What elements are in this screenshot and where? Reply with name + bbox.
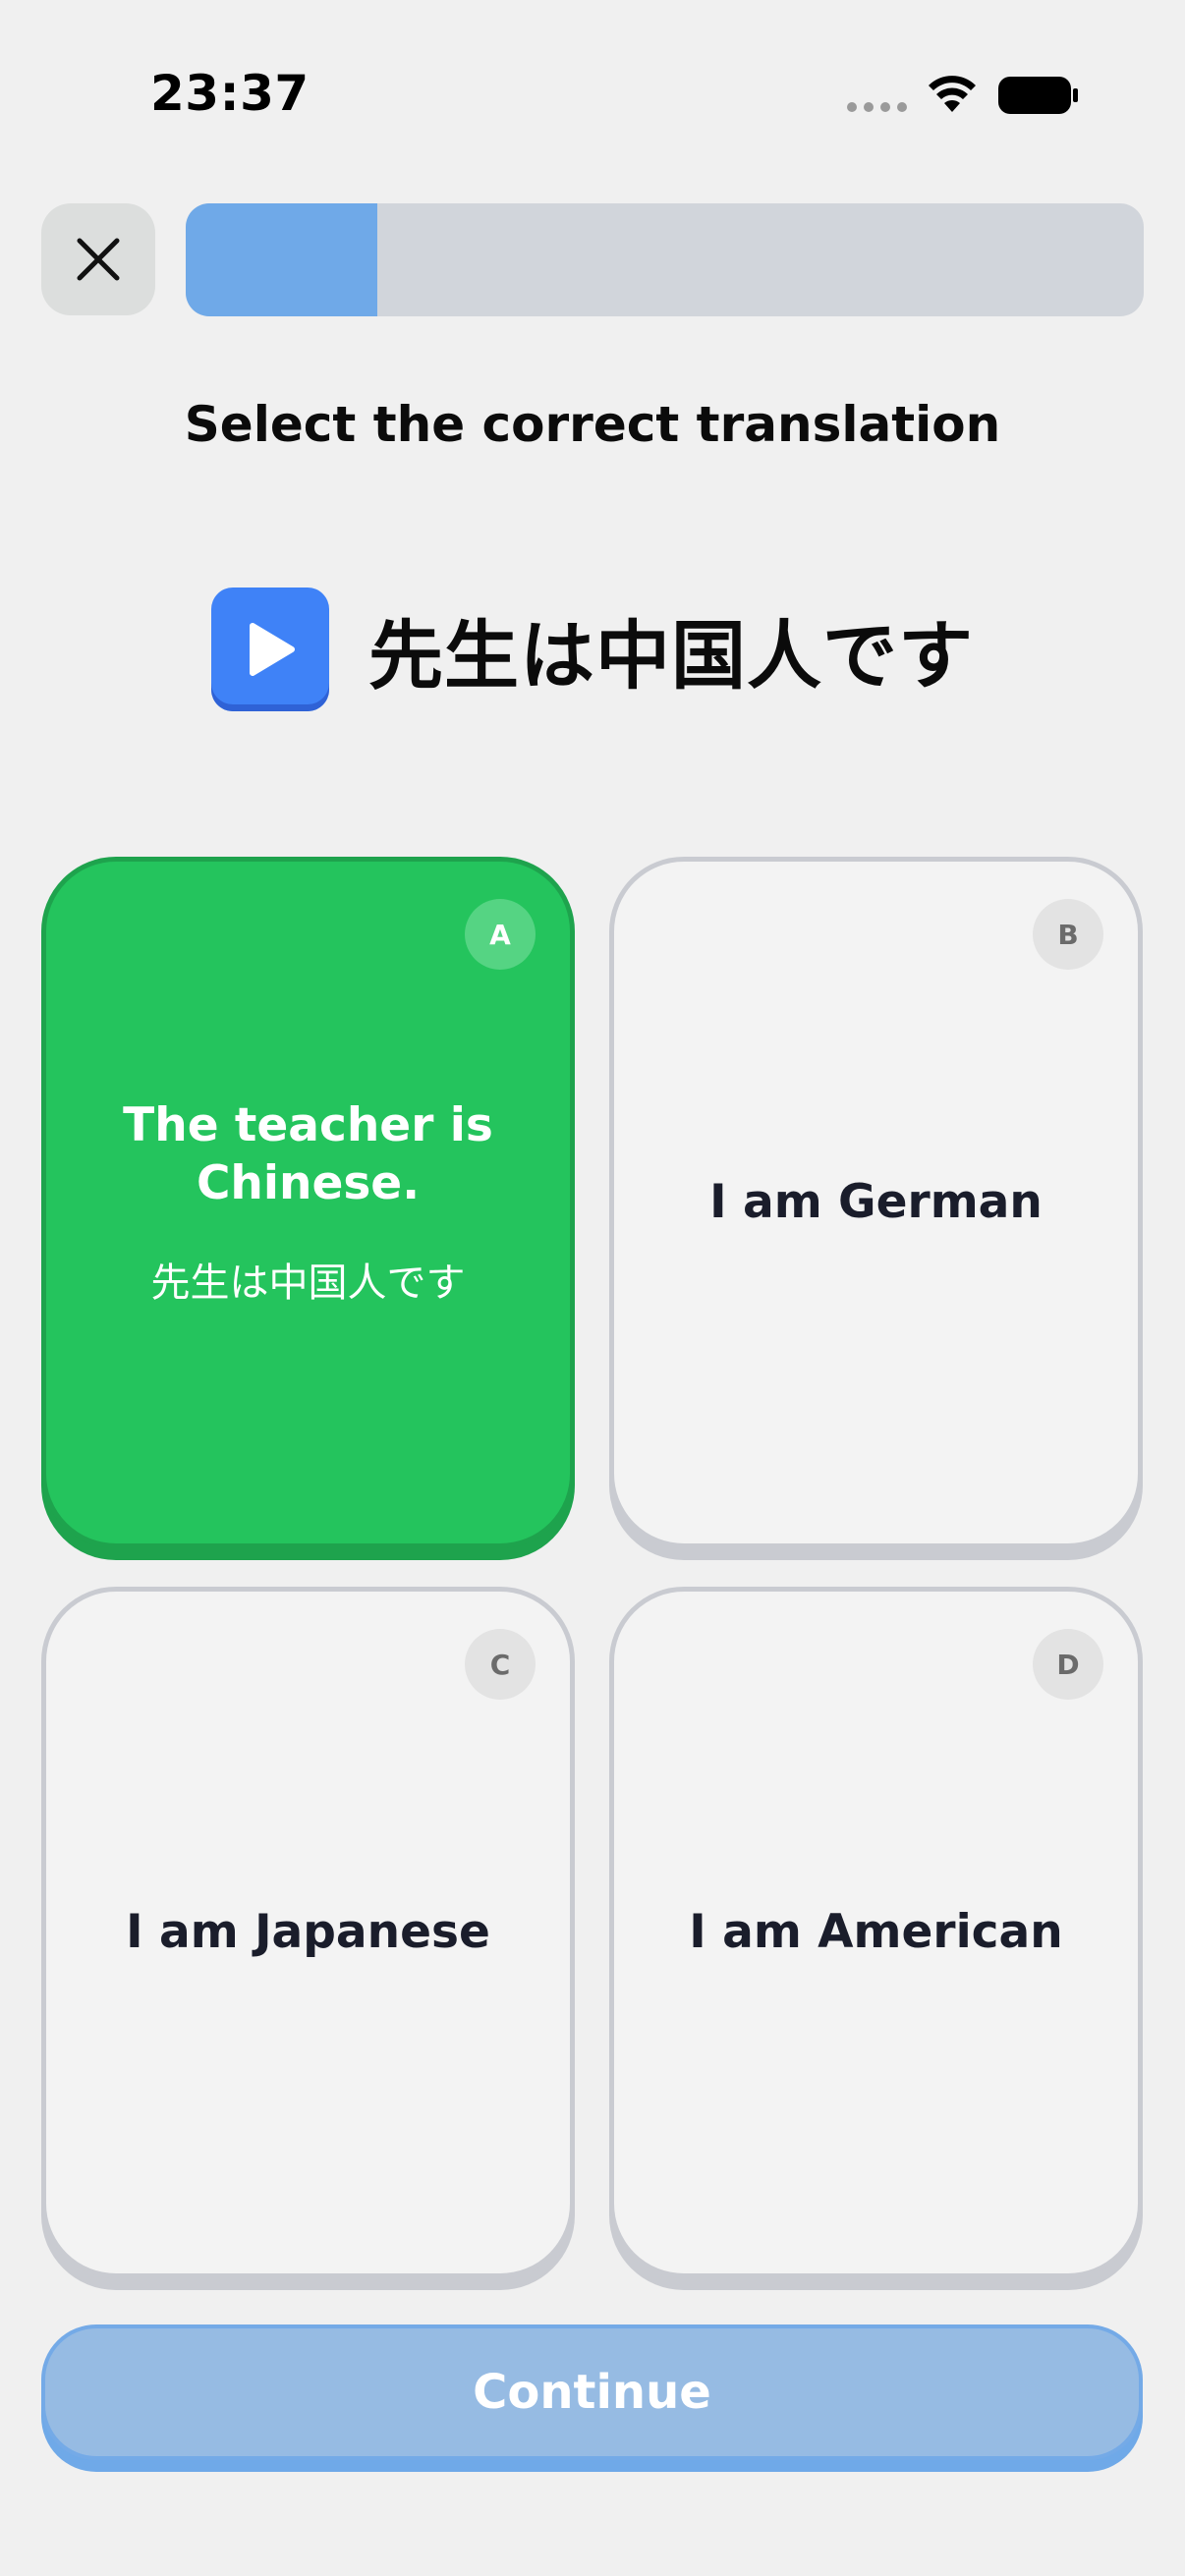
wifi-icon bbox=[929, 76, 976, 112]
instruction-title: Select the correct translation bbox=[184, 396, 1001, 453]
play-audio-button[interactable] bbox=[211, 588, 329, 711]
progress-fill bbox=[186, 203, 377, 316]
continue-button[interactable]: Continue bbox=[41, 2324, 1143, 2460]
option-card-b[interactable]: B I am German bbox=[609, 857, 1143, 1548]
option-label: The teacher is Chinese. bbox=[123, 1098, 493, 1210]
progress-bar bbox=[186, 203, 1144, 316]
option-label: I am American bbox=[689, 1904, 1063, 1959]
close-button[interactable] bbox=[41, 203, 155, 315]
signal-dots-icon bbox=[847, 102, 908, 112]
option-label: I am Japanese bbox=[126, 1904, 490, 1959]
prompt-row: 先生は中国人です bbox=[0, 586, 1185, 713]
option-sublabel: 先生は中国人です bbox=[150, 1260, 466, 1306]
option-card-d[interactable]: D I am American bbox=[609, 1587, 1143, 2278]
option-card-a[interactable]: A The teacher is Chinese. 先生は中国人です bbox=[41, 857, 575, 1548]
play-icon bbox=[250, 623, 295, 676]
option-label: I am German bbox=[709, 1174, 1043, 1229]
close-icon bbox=[77, 238, 120, 281]
status-time: 23:37 bbox=[150, 65, 310, 122]
battery-icon bbox=[998, 77, 1078, 114]
prompt-text: 先生は中国人です bbox=[368, 612, 974, 700]
option-card-c[interactable]: C I am Japanese bbox=[41, 1587, 575, 2278]
